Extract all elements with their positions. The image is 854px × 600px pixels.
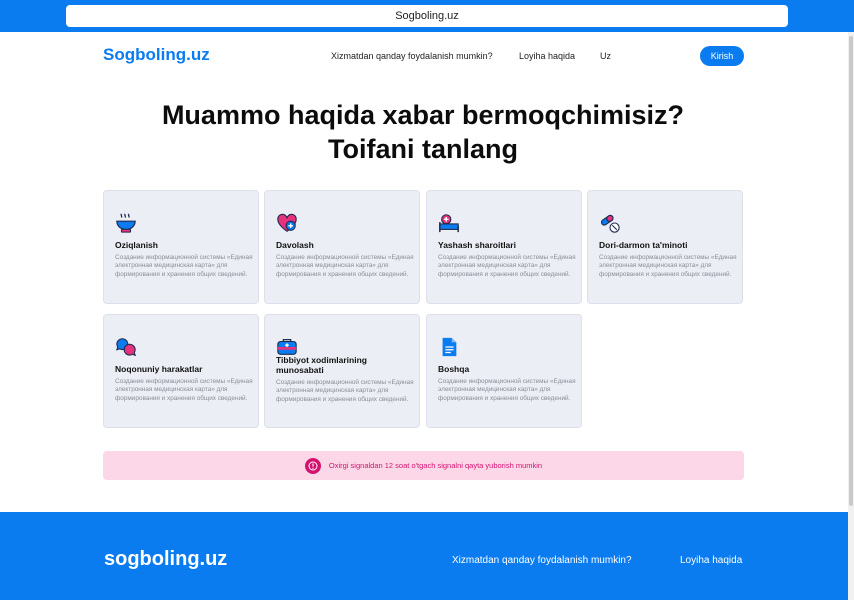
page-title: Muammo haqida xabar bermoqchimisiz? Toif… [0, 98, 846, 166]
category-title: Davolash [276, 240, 314, 250]
category-card-staff-attitude[interactable]: Tibbiyot xodimlarining munosabati Создан… [264, 314, 420, 428]
browser-toolbar: Sogboling.uz [0, 0, 854, 32]
nav-link-about[interactable]: Loyiha haqida [519, 51, 575, 61]
footer-logo[interactable]: sogboling.uz [104, 548, 227, 571]
notice-text: Oxirgi signaldan 12 soat o'tgach signaln… [328, 461, 543, 470]
category-title: Yashash sharoitlari [438, 240, 516, 250]
category-description: Создание информационной системы «Единая … [115, 254, 253, 278]
site-logo[interactable]: Sogboling.uz [103, 45, 210, 65]
category-description: Создание информационной системы «Единая … [276, 254, 414, 278]
category-description: Создание информационной системы «Единая … [438, 254, 576, 278]
food-bowl-icon [116, 213, 136, 233]
language-selector[interactable]: Uz [600, 51, 611, 61]
heart-care-icon [277, 213, 297, 232]
category-title: Dori-darmon ta'minoti [599, 240, 688, 250]
pills-icon [600, 214, 620, 233]
category-card-other[interactable]: Boshqa Создание информационной системы «… [426, 314, 582, 428]
resend-notice: Oxirgi signaldan 12 soat o'tgach signaln… [103, 451, 744, 480]
category-description: Создание информационной системы «Единая … [438, 378, 576, 402]
category-card-nutrition[interactable]: Oziqlanish Создание информационной систе… [103, 190, 259, 304]
speech-bubbles-icon [115, 338, 137, 357]
category-title: Oziqlanish [115, 240, 158, 250]
page-title-line-2: Toifani tanlang [328, 134, 518, 164]
category-title: Noqonuniy harakatlar [115, 364, 203, 374]
login-button[interactable]: Kirish [700, 46, 744, 66]
site-footer: sogboling.uz Xizmatdan qanday foydalanis… [0, 512, 848, 600]
category-card-living-conditions[interactable]: Yashash sharoitlari Создание информацион… [426, 190, 582, 304]
nav-link-how-to-use[interactable]: Xizmatdan qanday foydalanish mumkin? [331, 51, 493, 61]
warning-icon [304, 457, 321, 474]
category-title: Tibbiyot xodimlarining munosabati [276, 355, 367, 375]
category-card-illegal-actions[interactable]: Noqonuniy harakatlar Создание информацио… [103, 314, 259, 428]
category-description: Создание информационной системы «Единая … [599, 254, 737, 278]
category-description: Создание информационной системы «Единая … [115, 378, 253, 402]
document-icon [442, 337, 457, 357]
category-title: Boshqa [438, 364, 470, 374]
category-card-medication-supply[interactable]: Dori-darmon ta'minoti Создание информаци… [587, 190, 743, 304]
site-header: Sogboling.uz Xizmatdan qanday foydalanis… [0, 32, 848, 80]
scrollbar-thumb[interactable] [849, 36, 853, 506]
scrollbar[interactable] [848, 32, 854, 600]
footer-link-how-to-use[interactable]: Xizmatdan qanday foydalanish mumkin? [452, 555, 632, 566]
hospital-bed-icon [439, 214, 459, 233]
page-title-line-1: Muammo haqida xabar bermoqchimisiz? [161, 100, 685, 130]
category-card-treatment[interactable]: Davolash Создание информационной системы… [264, 190, 420, 304]
footer-link-about[interactable]: Loyiha haqida [680, 555, 742, 566]
category-description: Создание информационной системы «Единая … [276, 379, 414, 403]
page-content: Sogboling.uz Xizmatdan qanday foydalanis… [0, 32, 848, 512]
address-bar[interactable]: Sogboling.uz [66, 5, 788, 27]
